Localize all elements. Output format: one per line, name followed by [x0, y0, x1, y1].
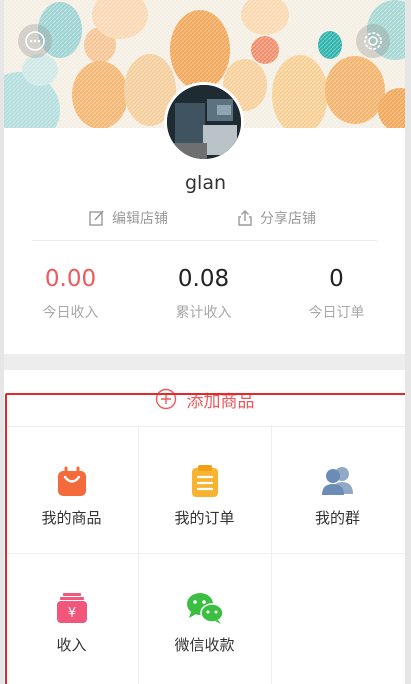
menu-item-label: 我的商品: [41, 509, 102, 527]
settings-button[interactable]: [356, 24, 390, 58]
gear-icon: [364, 32, 382, 50]
menu-item-label: 我的订单: [174, 509, 235, 527]
avatar-photo: [167, 85, 241, 159]
stat-label: 今日收入: [42, 305, 99, 321]
chat-bubble-icon: [25, 31, 45, 51]
stat-today-income[interactable]: 0.00 今日收入: [4, 262, 137, 322]
share-store-label: 分享店铺: [260, 211, 316, 227]
message-button[interactable]: [18, 24, 52, 58]
menu-item-my-orders[interactable]: 我的订单: [138, 427, 271, 553]
plus-circle-icon: [155, 388, 176, 410]
menu-grid: 我的商品 我的订单 我的群 ¥ 收入 微信收款: [5, 426, 405, 684]
right-edge: [405, 0, 411, 684]
wechat-icon: [186, 593, 224, 624]
clipboard-list-icon: [191, 465, 218, 497]
left-edge: [0, 0, 4, 684]
avatar[interactable]: [164, 82, 244, 162]
stat-total-income[interactable]: 0.08 累计收入: [137, 262, 270, 322]
menu-item-income[interactable]: ¥ 收入: [5, 554, 138, 680]
menu-item-my-products[interactable]: 我的商品: [5, 427, 138, 553]
menu-item-my-groups[interactable]: 我的群: [271, 427, 404, 553]
edit-store-button[interactable]: 编辑店铺: [88, 208, 168, 228]
shopping-bag-icon: [57, 466, 86, 496]
group-users-icon: [321, 467, 353, 495]
edit-icon: [89, 210, 104, 226]
stat-value: 0: [329, 266, 344, 292]
menu-item-wechat-pay[interactable]: 微信收款: [138, 554, 271, 680]
stats-row: 0.00 今日收入 0.08 累计收入 0 今日订单: [4, 262, 405, 332]
menu-item-label: 收入: [56, 636, 87, 654]
share-store-button[interactable]: 分享店铺: [236, 208, 316, 228]
store-actions: 编辑店铺 分享店铺: [0, 206, 411, 232]
username: glan: [184, 172, 227, 194]
section-gap: [0, 354, 411, 370]
wallet-yen-icon: ¥: [56, 593, 87, 623]
stat-value: 0.08: [177, 266, 230, 292]
stat-today-orders[interactable]: 0 今日订单: [270, 262, 403, 322]
add-product-button[interactable]: 添加商品: [4, 384, 405, 414]
stat-label: 今日订单: [308, 305, 365, 321]
menu-item-label: 微信收款: [174, 636, 235, 654]
share-icon: [238, 210, 252, 226]
menu-item-label: 我的群: [314, 509, 360, 527]
svg-text:¥: ¥: [67, 606, 75, 621]
divider: [32, 240, 377, 241]
stat-label: 累计收入: [175, 305, 232, 321]
edit-store-label: 编辑店铺: [112, 211, 168, 227]
stat-value: 0.00: [44, 266, 97, 292]
add-product-label: 添加商品: [186, 391, 255, 412]
